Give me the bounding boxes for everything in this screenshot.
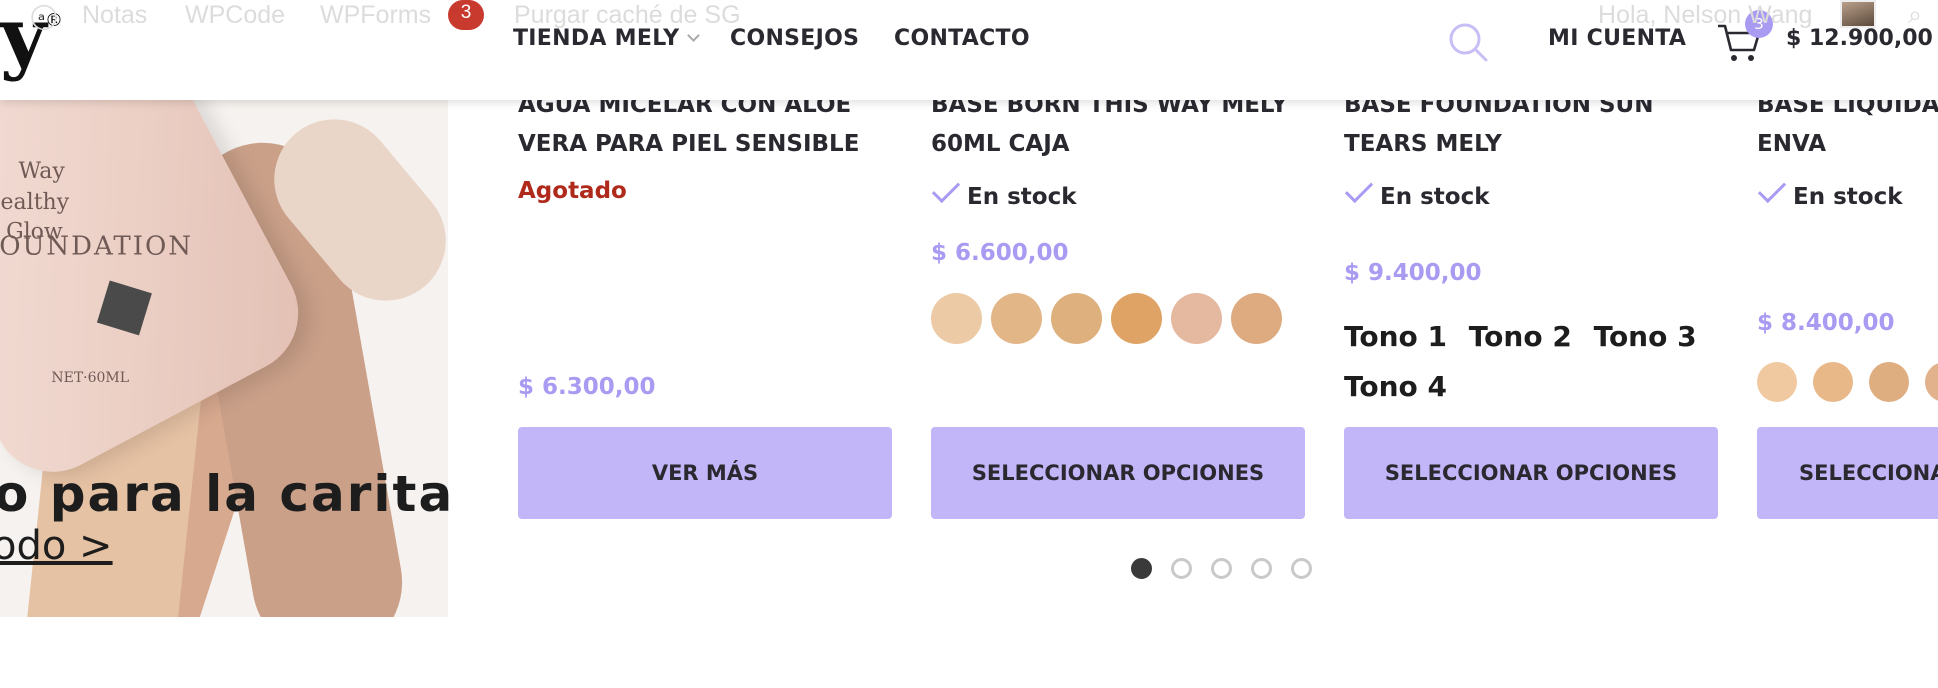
select-options-button[interactable]: SELECCIONA <box>1757 427 1938 519</box>
stock-status: En stock <box>1757 174 1903 210</box>
color-swatch[interactable] <box>1813 362 1853 402</box>
color-swatch[interactable] <box>1231 293 1282 344</box>
tone-option[interactable]: Tono 3 <box>1594 320 1697 353</box>
check-icon <box>1344 174 1374 204</box>
color-swatch[interactable] <box>1925 362 1938 402</box>
product-card: BASE FOUNDATION SUN TEARS MELY En stock … <box>1344 92 1718 520</box>
select-options-button[interactable]: SELECCIONAR OPCIONES <box>1344 427 1718 519</box>
stock-status: En stock <box>1344 174 1490 210</box>
admin-item-notas[interactable]: Notas <box>82 1 147 30</box>
product-card: BASE LIQUIDA RADIANT ENVA En stock $ 8.4… <box>1757 100 1938 520</box>
carousel-dot[interactable] <box>1291 558 1312 579</box>
product-card: BASE BORN THIS WAY MELY 60ML CAJA En sto… <box>931 92 1305 520</box>
color-swatch[interactable] <box>1757 362 1797 402</box>
hero-link[interactable]: odo > <box>0 523 113 569</box>
comments-icon[interactable]: ◯ <box>30 1 58 31</box>
carousel-dot[interactable] <box>1211 558 1232 579</box>
stock-label: En stock <box>1793 184 1903 210</box>
chevron-down-icon <box>687 29 701 42</box>
admin-item-wpforms[interactable]: WPForms <box>320 1 431 30</box>
stock-label: En stock <box>1380 184 1490 210</box>
stock-status: En stock <box>931 174 1077 210</box>
check-icon <box>931 174 961 204</box>
tone-options: Tono 1 Tono 2 Tono 3 Tono 4 <box>1344 312 1718 412</box>
carousel-dot[interactable] <box>1251 558 1272 579</box>
tone-option[interactable]: Tono 4 <box>1344 370 1447 403</box>
stock-status: Agotado <box>518 178 627 204</box>
product-price: $ 8.400,00 <box>1757 310 1895 336</box>
admin-search-icon[interactable]: ⌕ <box>1908 1 1922 30</box>
color-swatch[interactable] <box>1051 293 1102 344</box>
tone-option[interactable]: Tono 2 <box>1469 320 1572 353</box>
bottle-label: Healthy <box>0 190 70 216</box>
admin-item-purge-cache[interactable]: Purgar caché de SG <box>514 1 741 30</box>
color-swatches <box>1757 362 1938 415</box>
color-swatches <box>931 293 1311 357</box>
product-card: AGUA MICELAR CON ALOE VERA PARA PIEL SEN… <box>518 92 892 520</box>
bottle-label: Way <box>18 158 65 184</box>
product-price: $ 6.300,00 <box>518 374 656 400</box>
wpforms-count-badge: 3 <box>448 0 484 30</box>
stock-label: En stock <box>967 184 1077 210</box>
color-swatch[interactable] <box>991 293 1042 344</box>
bottle-label: FOUNDATION <box>0 231 194 262</box>
color-swatch[interactable] <box>1171 293 1222 344</box>
product-price: $ 9.400,00 <box>1344 260 1482 286</box>
brand-logo-icon <box>96 280 152 336</box>
admin-item-wpcode[interactable]: WPCode <box>185 1 285 30</box>
select-options-button[interactable]: SELECCIONAR OPCIONES <box>931 427 1305 519</box>
avatar[interactable] <box>1840 0 1876 28</box>
product-title[interactable]: BASE LIQUIDA RADIANT ENVA <box>1757 100 1938 164</box>
color-swatch[interactable] <box>1111 293 1162 344</box>
carousel-dot[interactable] <box>1131 558 1152 579</box>
carousel-pagination <box>1131 558 1321 580</box>
admin-bar: ◯ Notas WPCode WPForms 3 Purgar caché de… <box>0 0 1938 30</box>
product-price: $ 6.600,00 <box>931 240 1069 266</box>
check-icon <box>1757 174 1787 204</box>
view-more-button[interactable]: VER MÁS <box>518 427 892 519</box>
admin-greeting[interactable]: Hola, Nelson Wang <box>1598 1 1812 30</box>
tone-option[interactable]: Tono 1 <box>1344 320 1447 353</box>
color-swatch[interactable] <box>1869 362 1909 402</box>
carousel-dot[interactable] <box>1171 558 1192 579</box>
color-swatch[interactable] <box>931 293 982 344</box>
hero-title: o para la carita <box>0 465 455 523</box>
bottle-label: NET·60ML <box>51 370 130 387</box>
